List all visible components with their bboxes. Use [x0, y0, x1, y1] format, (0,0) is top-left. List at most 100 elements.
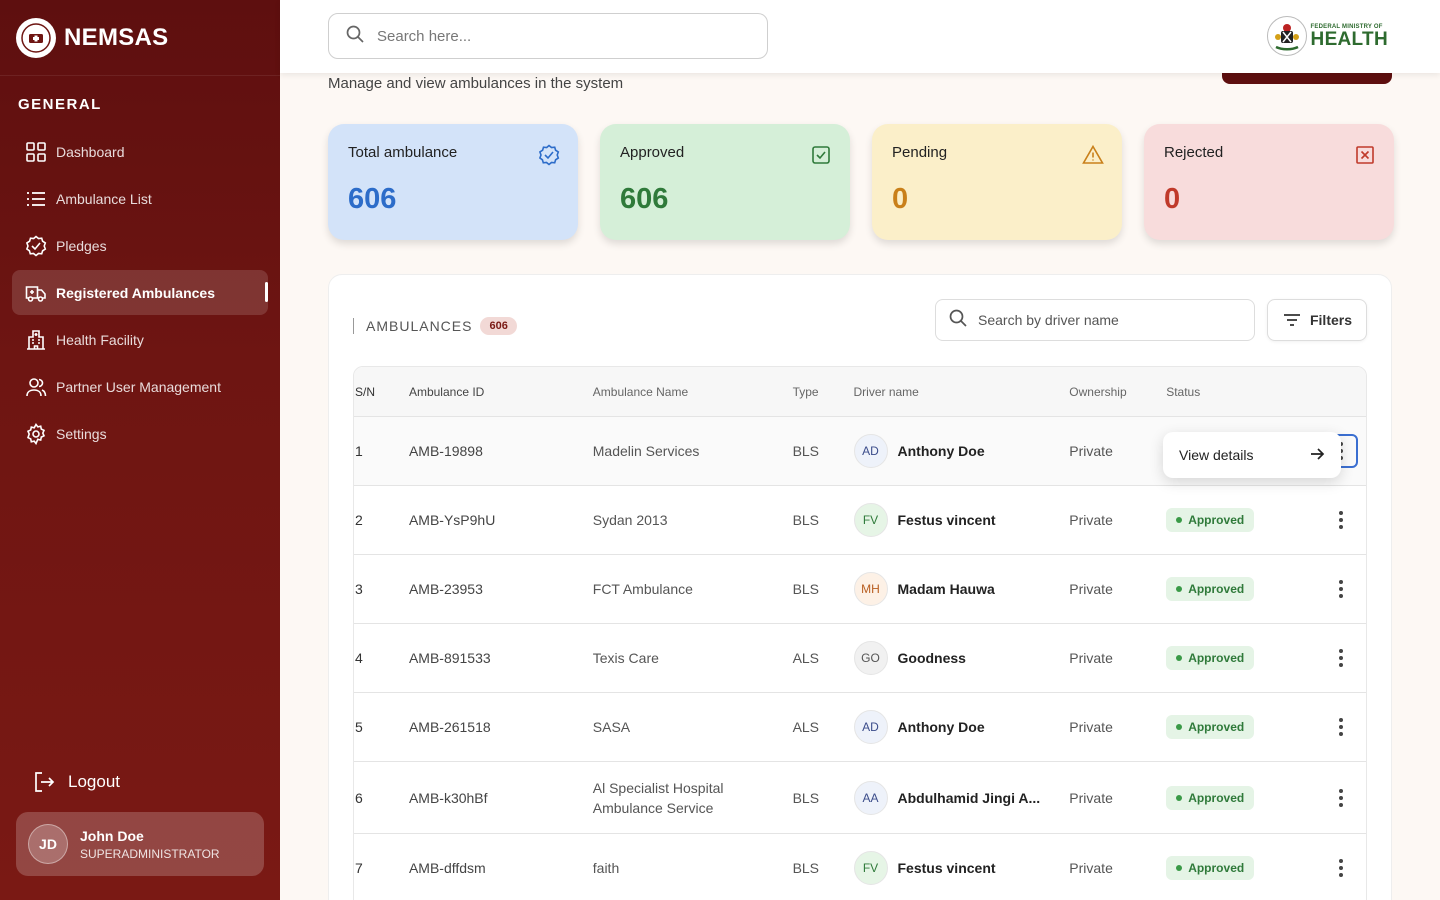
column-header-name[interactable]: Ambulance Name — [593, 382, 793, 402]
status-badge: Approved — [1166, 646, 1255, 670]
table-row[interactable]: 2 AMB-YsP9hU Sydan 2013 BLS FV Festus vi… — [354, 486, 1366, 555]
driver-avatar: AD — [853, 434, 888, 468]
cell-status: Approved — [1166, 785, 1316, 810]
table-row[interactable]: 6 AMB-k30hBf Al Specialist Hospital Ambu… — [354, 762, 1366, 834]
logout-label: Logout — [68, 772, 120, 791]
table-row[interactable]: 4 AMB-891533 Texis Care ALS GO Goodness … — [354, 624, 1366, 693]
driver-search[interactable] — [935, 299, 1255, 341]
filters-button[interactable]: Filters — [1267, 299, 1367, 341]
stat-card-rejected[interactable]: Rejected 0 — [1144, 124, 1394, 240]
ambulance-icon — [24, 281, 48, 305]
sidebar-item-health-facility[interactable]: Health Facility — [12, 317, 268, 362]
cell-status: Approved — [1166, 646, 1316, 670]
search-input[interactable] — [377, 27, 737, 45]
sidebar-item-label: Partner User Management — [56, 378, 221, 395]
column-header-id[interactable]: Ambulance ID — [409, 385, 593, 399]
user-card[interactable]: JD John Doe SUPERADMINISTRATOR — [16, 812, 264, 876]
stat-card-total[interactable]: Total ambulance 606 — [328, 124, 578, 240]
badge-check-icon — [538, 144, 560, 166]
cell-actions — [1316, 710, 1366, 744]
driver-avatar: MH — [853, 572, 888, 606]
brand-name: NEMSAS — [64, 23, 169, 51]
cell-ownership: Private — [1069, 860, 1113, 876]
sidebar-item-label: Registered Ambulances — [56, 284, 215, 301]
driver-name: Goodness — [897, 650, 966, 666]
column-header-type[interactable]: Type — [793, 385, 854, 399]
driver-avatar: GO — [853, 641, 888, 675]
table-row[interactable]: 7 AMB-dffdsm faith BLS FV Festus vincent… — [354, 834, 1366, 900]
sidebar: NEMSAS GENERAL Dashboard Ambulance List … — [0, 0, 280, 900]
sidebar-item-dashboard[interactable]: Dashboard — [12, 129, 268, 174]
row-menu-button[interactable] — [1324, 781, 1358, 815]
row-menu-button[interactable] — [1324, 572, 1358, 606]
sidebar-item-label: Health Facility — [56, 331, 144, 348]
cell-driver: FV Festus vincent — [853, 503, 1070, 537]
stat-value: 0 — [892, 183, 909, 215]
cell-actions — [1316, 781, 1366, 815]
search-icon — [345, 24, 365, 49]
status-badge: Approved — [1166, 715, 1255, 739]
nav-section-title: GENERAL — [18, 96, 102, 113]
stat-card-pending[interactable]: Pending 0 — [872, 124, 1122, 240]
cell-actions — [1316, 503, 1366, 537]
row-menu-button[interactable] — [1324, 503, 1358, 537]
table-row[interactable]: 5 AMB-261518 SASA ALS AD Anthony Doe Pri… — [354, 693, 1366, 762]
row-menu-button[interactable] — [1324, 851, 1358, 885]
cell-actions — [1316, 641, 1366, 675]
sidebar-item-settings[interactable]: Settings — [12, 411, 268, 456]
cell-ownership: Private — [1069, 512, 1113, 528]
column-header-status[interactable]: Status — [1166, 385, 1316, 399]
cell-actions — [1316, 851, 1366, 885]
global-search[interactable] — [328, 13, 768, 59]
kebab-icon — [1339, 580, 1344, 598]
status-badge: Approved — [1166, 508, 1255, 532]
cell-type: BLS — [792, 581, 820, 597]
brand[interactable]: NEMSAS — [0, 0, 280, 76]
search-icon — [948, 308, 968, 333]
logout-icon — [32, 770, 56, 794]
cell-name: faith — [592, 860, 620, 876]
cell-type: BLS — [792, 443, 820, 459]
driver-name: Festus vincent — [897, 860, 996, 876]
cell-id: AMB-k30hBf — [408, 789, 488, 806]
driver-search-input[interactable] — [978, 312, 1238, 328]
status-badge: Approved — [1166, 856, 1255, 880]
page-subtitle: Manage and view ambulances in the system — [328, 75, 624, 92]
view-details-menu-item[interactable]: View details — [1163, 432, 1341, 478]
cell-id: AMB-19898 — [408, 443, 483, 459]
cell-driver: AA Abdulhamid Jingi A... — [853, 780, 1070, 815]
sidebar-item-pledges[interactable]: Pledges — [12, 223, 268, 268]
stat-card-approved[interactable]: Approved 606 — [600, 124, 850, 240]
cell-driver: GO Goodness — [853, 641, 1070, 675]
kebab-icon — [1339, 859, 1344, 877]
cell-status: Approved — [1166, 577, 1316, 601]
coat-of-arms-icon — [1266, 16, 1307, 56]
sidebar-item-ambulance-list[interactable]: Ambulance List — [12, 176, 268, 221]
sidebar-item-registered-ambulances[interactable]: Registered Ambulances — [12, 270, 268, 315]
column-header-ownership[interactable]: Ownership — [1069, 385, 1166, 399]
stat-label: Total ambulance — [348, 144, 458, 161]
cell-ownership: Private — [1069, 443, 1113, 459]
cell-name: Sydan 2013 — [592, 512, 668, 528]
table-row[interactable]: 3 AMB-23953 FCT Ambulance BLS MH Madam H… — [354, 555, 1366, 624]
logout-button[interactable]: Logout — [32, 770, 120, 794]
cell-sn: 2 — [355, 512, 363, 528]
users-icon — [24, 375, 48, 399]
column-header-driver[interactable]: Driver name — [854, 385, 1070, 399]
row-menu-button[interactable] — [1324, 710, 1358, 744]
cell-driver: MH Madam Hauwa — [853, 572, 1070, 606]
stat-value: 606 — [348, 183, 397, 215]
status-badge: Approved — [1166, 785, 1255, 810]
column-header-sn[interactable]: S/N — [354, 385, 409, 399]
count-badge: 606 — [480, 317, 517, 335]
ministry-big-text: HEALTH — [1310, 28, 1388, 50]
row-menu-button[interactable] — [1324, 641, 1358, 675]
kebab-icon — [1339, 511, 1344, 529]
cell-ownership: Private — [1069, 581, 1113, 597]
sidebar-item-label: Ambulance List — [56, 190, 152, 207]
badge-check-icon — [24, 234, 48, 258]
nemsas-logo-icon — [16, 17, 56, 58]
sidebar-item-partner-user-management[interactable]: Partner User Management — [12, 364, 268, 409]
cell-driver: AD Anthony Doe — [853, 710, 1070, 744]
cell-sn: 3 — [355, 581, 363, 597]
